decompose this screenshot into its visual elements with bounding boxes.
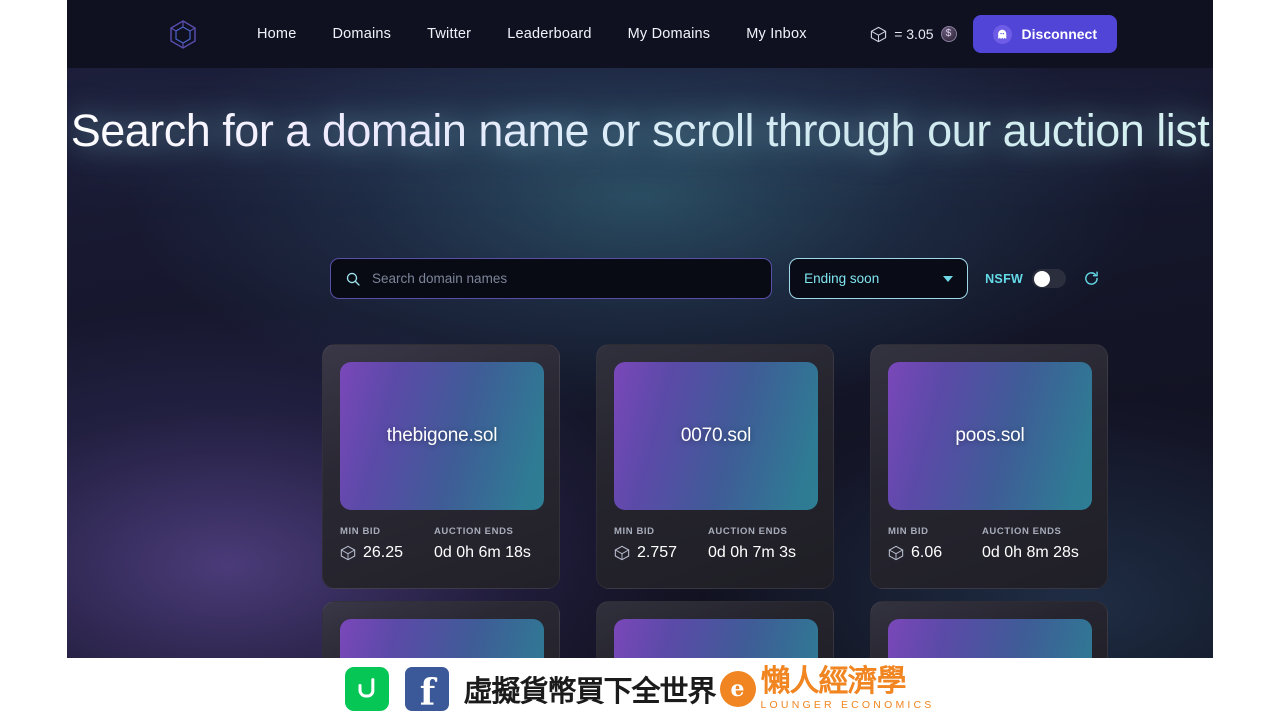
domain-thumbnail: [614, 619, 818, 658]
token-price-value: = 3.05: [894, 26, 934, 42]
min-bid-group: MIN BID 26.25: [340, 526, 434, 562]
min-bid-group: MIN BID 2.757: [614, 526, 708, 562]
nsfw-toggle-knob: [1033, 270, 1050, 287]
hero-section: Search for a domain name or scroll throu…: [67, 68, 1213, 156]
min-bid-value: 26.25: [363, 544, 404, 561]
auction-card-grid-next-row: [322, 601, 1108, 658]
search-box[interactable]: [330, 258, 773, 299]
min-bid-value-row: 2.757: [614, 544, 708, 562]
search-input[interactable]: [372, 271, 758, 286]
min-bid-group: MIN BID 6.06: [888, 526, 982, 562]
auction-card[interactable]: 0070.sol MIN BID 2.757 AUCTION ENDS 0d 0…: [596, 344, 834, 589]
card-meta: MIN BID 2.757 AUCTION ENDS 0d 0h 7m 3s: [614, 526, 816, 562]
domain-name: poos.sol: [955, 425, 1025, 446]
auction-ends-value: 0d 0h 7m 3s: [707, 544, 797, 561]
line-app-icon[interactable]: [345, 667, 390, 711]
brand-badge-icon: e: [719, 671, 756, 707]
nav-item-my-inbox[interactable]: My Inbox: [728, 26, 824, 42]
cube-logo-icon[interactable]: [167, 18, 199, 50]
auction-ends-label: AUCTION ENDS: [981, 526, 1062, 537]
page-title: Search for a domain name or scroll throu…: [67, 106, 1213, 156]
domain-thumbnail: 0070.sol: [614, 362, 818, 510]
min-bid-label: MIN BID: [888, 526, 929, 537]
thumbnail-gradient-blob: [888, 619, 1092, 658]
auction-card[interactable]: [870, 601, 1108, 658]
min-bid-value: 2.757: [637, 544, 678, 561]
auction-ends-label: AUCTION ENDS: [707, 526, 788, 537]
thumbnail-gradient-blob: [340, 619, 544, 658]
min-bid-label: MIN BID: [614, 526, 655, 537]
nav-item-domains[interactable]: Domains: [314, 26, 409, 42]
token-price: = 3.05 $: [870, 26, 957, 43]
auction-card-grid: thebigone.sol MIN BID 26.25 AUCTION ENDS…: [322, 344, 1108, 589]
watermark-tagline: 虛擬貨幣買下全世界: [463, 674, 716, 708]
screenshot-root: Home Domains Twitter Leaderboard My Doma…: [0, 0, 1280, 720]
min-bid-value-row: 26.25: [340, 544, 434, 562]
brand-logo: e 懶人經濟學 LOUNGER ECONOMICS: [719, 667, 935, 711]
cube-token-icon: [871, 26, 887, 42]
cube-token-icon: [888, 545, 904, 561]
search-icon: [346, 272, 360, 286]
brand-text: 懶人經濟學 LOUNGER ECONOMICS: [761, 667, 935, 711]
nsfw-filter: NSFW: [985, 269, 1067, 288]
disconnect-label: Disconnect: [1021, 26, 1097, 42]
nav-item-my-domains[interactable]: My Domains: [610, 26, 729, 42]
nsfw-label: NSFW: [985, 271, 1024, 286]
domain-name: thebigone.sol: [386, 425, 498, 446]
auction-ends-group: AUCTION ENDS 0d 0h 7m 3s: [708, 526, 816, 562]
domain-thumbnail: poos.sol: [888, 362, 1092, 510]
domain-thumbnail: [340, 619, 544, 658]
auction-ends-value: 0d 0h 6m 18s: [433, 544, 531, 561]
domain-thumbnail: [888, 619, 1092, 658]
dollar-coin-icon: $: [940, 26, 957, 42]
domain-thumbnail: thebigone.sol: [340, 362, 544, 510]
min-bid-value: 6.06: [911, 544, 943, 561]
card-meta: MIN BID 6.06 AUCTION ENDS 0d 0h 8m 28s: [888, 526, 1090, 562]
auction-ends-value: 0d 0h 8m 28s: [981, 544, 1079, 561]
nav-item-twitter[interactable]: Twitter: [409, 26, 489, 42]
watermark-footer: f 虛擬貨幣買下全世界 e 懶人經濟學 LOUNGER ECONOMICS: [0, 658, 1280, 720]
disconnect-button[interactable]: Disconnect: [972, 15, 1117, 53]
sort-select[interactable]: Ending soon: [789, 258, 969, 299]
site-header: Home Domains Twitter Leaderboard My Doma…: [67, 0, 1213, 68]
nsfw-toggle[interactable]: [1032, 269, 1067, 288]
phantom-ghost-icon: [992, 24, 1012, 44]
auction-card[interactable]: thebigone.sol MIN BID 26.25 AUCTION ENDS…: [322, 344, 560, 589]
sort-select-value: Ending soon: [804, 271, 880, 286]
min-bid-label: MIN BID: [340, 526, 381, 537]
min-bid-value-row: 6.06: [888, 544, 982, 562]
nav-item-home[interactable]: Home: [239, 26, 314, 42]
facebook-icon[interactable]: f: [405, 667, 450, 711]
card-meta: MIN BID 26.25 AUCTION ENDS 0d 0h 6m 18s: [340, 526, 542, 562]
nav-item-leaderboard[interactable]: Leaderboard: [489, 26, 609, 42]
header-right-group: = 3.05 $ Disconnect: [870, 15, 1117, 53]
search-filter-bar: Ending soon NSFW: [330, 258, 1100, 299]
refresh-icon[interactable]: [1083, 270, 1100, 287]
brand-name-cn: 懶人經濟學: [760, 664, 907, 700]
auction-ends-group: AUCTION ENDS 0d 0h 6m 18s: [434, 526, 542, 562]
browser-viewport: Home Domains Twitter Leaderboard My Doma…: [67, 0, 1213, 658]
auction-ends-group: AUCTION ENDS 0d 0h 8m 28s: [982, 526, 1090, 562]
main-nav: Home Domains Twitter Leaderboard My Doma…: [239, 26, 825, 42]
auction-ends-label: AUCTION ENDS: [433, 526, 514, 537]
auction-card[interactable]: poos.sol MIN BID 6.06 AUCTION ENDS 0d 0h…: [870, 344, 1108, 589]
thumbnail-gradient-blob: [614, 619, 818, 658]
cube-token-icon: [340, 545, 356, 561]
cube-token-icon: [614, 545, 630, 561]
auction-card[interactable]: [322, 601, 560, 658]
chevron-down-icon: [943, 275, 954, 282]
domain-name: 0070.sol: [680, 425, 752, 446]
brand-name-en: LOUNGER ECONOMICS: [760, 699, 935, 712]
auction-card[interactable]: [596, 601, 834, 658]
